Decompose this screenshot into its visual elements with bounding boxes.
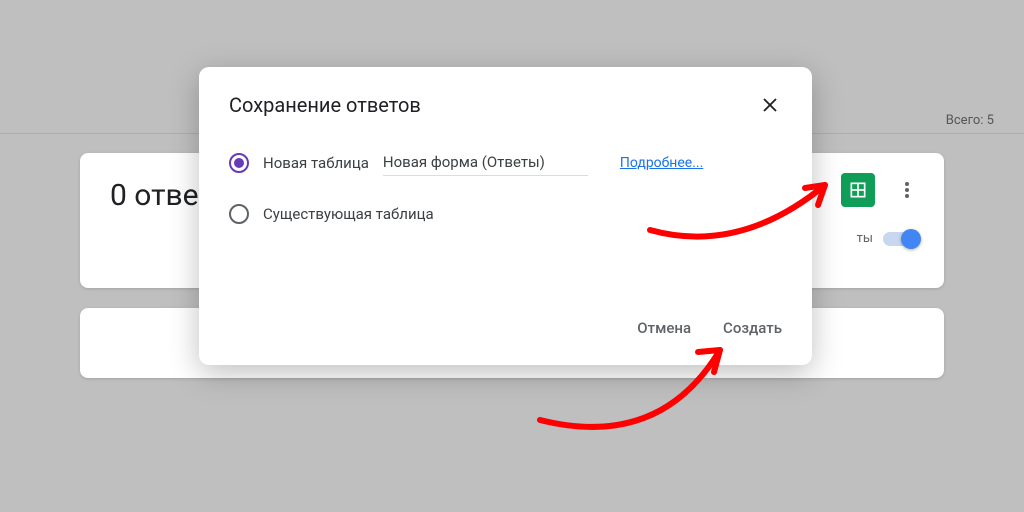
- dialog-title: Сохранение ответов: [229, 93, 421, 117]
- accepting-label: ты: [857, 231, 873, 246]
- radio-existing-label: Существующая таблица: [263, 205, 434, 223]
- save-responses-dialog: Сохранение ответов Новая таблица Подробн…: [199, 67, 812, 365]
- kebab-menu-icon[interactable]: [895, 178, 919, 202]
- radio-existing-sheet[interactable]: [229, 204, 249, 224]
- sheets-icon[interactable]: [841, 173, 875, 207]
- learn-more-link[interactable]: Подробнее...: [620, 155, 703, 171]
- sheet-name-input[interactable]: [383, 149, 588, 176]
- toggle-thumb: [901, 229, 921, 249]
- close-icon: [761, 96, 779, 114]
- cancel-button[interactable]: Отмена: [633, 311, 695, 345]
- close-button[interactable]: [758, 93, 782, 117]
- total-count-label: Всего: 5: [946, 113, 994, 128]
- radio-new-sheet[interactable]: [229, 153, 249, 173]
- radio-selected-dot: [234, 158, 244, 168]
- accepting-toggle[interactable]: [883, 232, 919, 246]
- radio-new-label: Новая таблица: [263, 154, 369, 172]
- create-button[interactable]: Создать: [719, 311, 786, 345]
